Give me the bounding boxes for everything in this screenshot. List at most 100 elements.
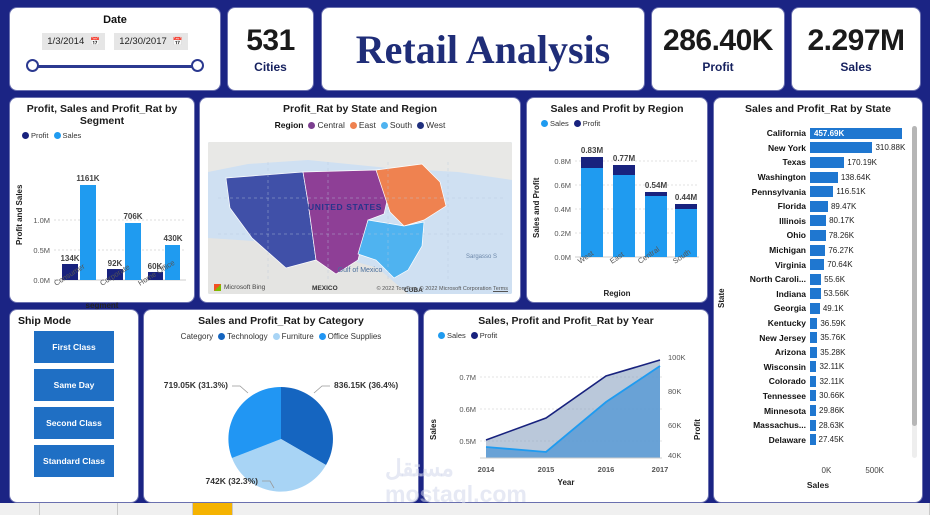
- tab-cell-active[interactable]: [193, 503, 233, 515]
- map-graphic[interactable]: UNITED STATES Gulf of Mexico MEXICO CUBA…: [208, 142, 512, 294]
- state-bar[interactable]: [810, 171, 838, 183]
- date-slicer-card[interactable]: Date 1/3/2014 📅 12/30/2017 📅: [10, 8, 220, 90]
- map-legend[interactable]: Region Central East South West: [200, 120, 520, 130]
- state-row[interactable]: California 457.69K: [726, 126, 906, 141]
- state-value: 116.51K: [836, 187, 866, 197]
- ship-mode-options[interactable]: First Class Same Day Second Class Standard …: [10, 330, 138, 478]
- state-row[interactable]: Colorado 32.11K: [726, 374, 906, 389]
- segment-chart-legend[interactable]: Profit Sales: [10, 131, 194, 140]
- date-range-slider[interactable]: [26, 59, 204, 73]
- tab-cell-2[interactable]: [40, 503, 118, 515]
- bar-sales-west[interactable]: [581, 168, 603, 257]
- state-bar[interactable]: [810, 346, 818, 358]
- state-bar[interactable]: [810, 288, 821, 300]
- bar-profit-central[interactable]: [645, 192, 667, 196]
- tab-cell-rest[interactable]: [233, 503, 930, 515]
- slider-handle-right[interactable]: [191, 59, 204, 72]
- state-row[interactable]: North Caroli... 55.6K: [726, 272, 906, 287]
- region-ytick-0: 0.0M: [554, 253, 571, 262]
- state-row[interactable]: Michigan 76.27K: [726, 243, 906, 258]
- category-pie-plot[interactable]: 836.15K (36.4%) 719.05K (31.3%) 742K (32…: [144, 341, 418, 493]
- state-bar[interactable]: [810, 273, 822, 285]
- state-row[interactable]: Wisconsin 32.11K: [726, 360, 906, 375]
- state-bar[interactable]: [810, 142, 873, 154]
- year-chart-plot[interactable]: Sales Profit 0.7M 0.6M 0.5M 100K 80K 60K…: [424, 340, 708, 490]
- segment-ytick-2: 1.0M: [33, 216, 50, 225]
- state-bar[interactable]: [810, 361, 817, 373]
- state-scrollbar-thumb[interactable]: [912, 126, 917, 426]
- state-bar[interactable]: [810, 229, 826, 241]
- legend-label-sales: Sales: [62, 131, 82, 140]
- state-bar[interactable]: [810, 405, 816, 417]
- state-bar[interactable]: [810, 419, 816, 431]
- state-list[interactable]: California 457.69K New York 310.88K Texas 170…: [726, 126, 906, 447]
- state-bar-zone: 53.56K: [810, 288, 906, 300]
- calendar-icon[interactable]: 📅: [173, 37, 183, 46]
- bar-profit-east[interactable]: [613, 165, 635, 175]
- map-viewport[interactable]: UNITED STATES Gulf of Mexico MEXICO CUBA…: [208, 142, 512, 294]
- state-row[interactable]: Pennsylvania 116.51K: [726, 184, 906, 199]
- state-row[interactable]: Indiana 53.56K: [726, 287, 906, 302]
- state-row[interactable]: New Jersey 35.76K: [726, 330, 906, 345]
- state-bar[interactable]: [810, 302, 820, 314]
- state-row[interactable]: Texas 170.19K: [726, 155, 906, 170]
- region-chart-legend[interactable]: Sales Profit: [527, 119, 707, 128]
- kpi-card-profit: 286.40K Profit: [652, 8, 784, 90]
- slider-handle-left[interactable]: [26, 59, 39, 72]
- segment-chart-card[interactable]: Profit, Sales and Profit_Rat by Segment …: [10, 98, 194, 310]
- year-chart-card[interactable]: Sales, Profit and Profit_Rat by Year Sal…: [424, 310, 708, 502]
- state-bar[interactable]: [810, 434, 816, 446]
- calendar-icon[interactable]: 📅: [90, 37, 100, 46]
- state-value: 35.76K: [820, 333, 846, 343]
- bar-total-west: 0.83M: [581, 146, 604, 155]
- state-row[interactable]: Minnesota 29.86K: [726, 403, 906, 418]
- state-row[interactable]: Ohio 78.26K: [726, 228, 906, 243]
- state-bar[interactable]: [810, 215, 827, 227]
- bar-profit-west[interactable]: [581, 157, 603, 168]
- state-bar[interactable]: [810, 186, 834, 198]
- map-card[interactable]: Profit_Rat by State and Region Region Ce…: [200, 98, 520, 302]
- state-row[interactable]: Virginia 70.64K: [726, 257, 906, 272]
- state-row[interactable]: Kentucky 36.59K: [726, 316, 906, 331]
- ship-mode-option[interactable]: Second Class: [33, 406, 115, 440]
- region-chart-plot[interactable]: Sales and Profit 0.8M 0.6M 0.4M 0.2M 0.0…: [527, 128, 707, 290]
- map-terms-link[interactable]: Terms: [493, 286, 508, 292]
- state-row[interactable]: New York 310.88K: [726, 141, 906, 156]
- bar-profit-south[interactable]: [675, 204, 697, 209]
- state-bar[interactable]: [810, 200, 828, 212]
- state-row[interactable]: Georgia 49.1K: [726, 301, 906, 316]
- state-bar[interactable]: [810, 375, 817, 387]
- state-row[interactable]: Illinois 80.17K: [726, 214, 906, 229]
- ship-mode-option[interactable]: Same Day: [33, 368, 115, 402]
- state-name: New York: [768, 142, 806, 153]
- state-row[interactable]: Florida 89.47K: [726, 199, 906, 214]
- state-row[interactable]: Tennessee 30.66K: [726, 389, 906, 404]
- category-chart-card[interactable]: Sales and Profit_Rat by Category Categor…: [144, 310, 418, 502]
- segment-chart-plot[interactable]: Profit and Sales 1.0M 0.5M 0.0M 134K 116…: [10, 140, 194, 300]
- date-end-input[interactable]: 12/30/2017 📅: [114, 33, 188, 50]
- state-chart-card[interactable]: Sales and Profit_Rat by State State Cali…: [714, 98, 922, 502]
- state-bar[interactable]: [810, 317, 818, 329]
- pie-label-furniture: 742K (32.3%): [206, 476, 259, 486]
- state-row[interactable]: Washington 138.64K: [726, 170, 906, 185]
- state-bar[interactable]: [810, 332, 818, 344]
- state-bar[interactable]: [810, 244, 826, 256]
- tab-cell-3[interactable]: [118, 503, 193, 515]
- ship-mode-option[interactable]: First Class: [33, 330, 115, 364]
- ship-mode-slicer-card[interactable]: Ship Mode First Class Same Day Second Clas…: [10, 310, 138, 502]
- state-bar[interactable]: [810, 390, 817, 402]
- ship-mode-option[interactable]: Standard Class: [33, 444, 115, 478]
- state-row[interactable]: Massachus... 28.63K: [726, 418, 906, 433]
- state-bar[interactable]: [810, 156, 845, 168]
- state-row[interactable]: Delaware 27.45K: [726, 432, 906, 447]
- tab-cell-1[interactable]: [0, 503, 40, 515]
- page-tab-bar[interactable]: [0, 503, 930, 515]
- year-chart-legend[interactable]: Sales Profit: [424, 331, 708, 340]
- state-bar[interactable]: [810, 259, 825, 271]
- bar-sales-east[interactable]: [613, 175, 635, 257]
- state-name: Michigan: [769, 245, 806, 256]
- region-chart-card[interactable]: Sales and Profit by Region Sales Profit …: [527, 98, 707, 302]
- category-chart-legend[interactable]: Category Technology Furniture Office Sup…: [144, 332, 418, 341]
- state-row[interactable]: Arizona 35.28K: [726, 345, 906, 360]
- date-start-input[interactable]: 1/3/2014 📅: [42, 33, 106, 50]
